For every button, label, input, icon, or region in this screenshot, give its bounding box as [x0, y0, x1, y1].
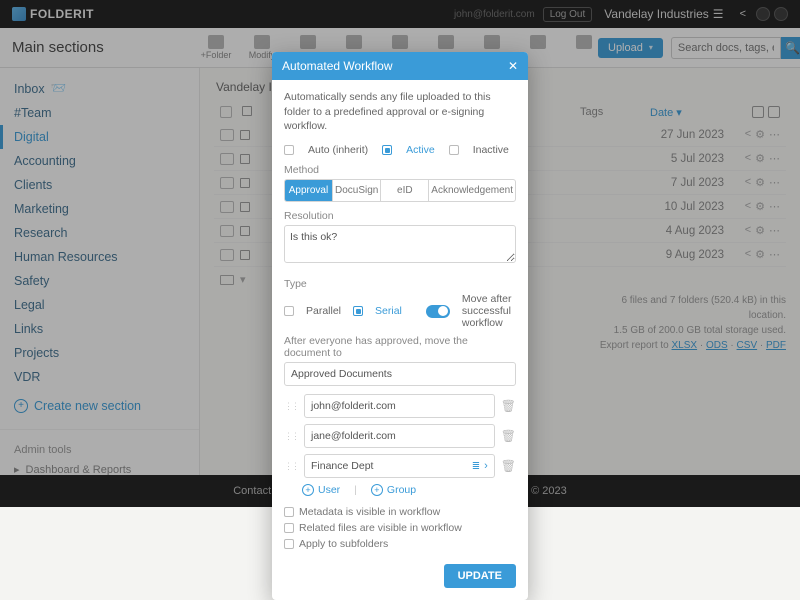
tab-eid[interactable]: eID — [381, 180, 429, 201]
approver-row: ⋮⋮ Finance Dept ≣ › 🗑 — [284, 454, 516, 478]
modal-description: Automatically sends any file uploaded to… — [284, 90, 516, 134]
add-group-button[interactable]: +Group — [371, 484, 416, 496]
mode-row: Auto (inherit) Active Inactive — [284, 144, 516, 156]
method-tabs: Approval DocuSign eID Acknowledgement — [284, 179, 516, 202]
list-icon: ≣ — [472, 461, 480, 472]
modal-title: Automated Workflow — [282, 59, 393, 73]
opt-metadata-checkbox[interactable] — [284, 507, 294, 517]
approver-input[interactable]: jane@folderit.com — [304, 424, 495, 448]
drag-icon[interactable]: ⋮⋮ — [284, 461, 298, 472]
type-row: Parallel Serial Move after successful wo… — [284, 293, 516, 329]
mode-inactive-radio[interactable] — [449, 145, 459, 155]
tab-ack[interactable]: Acknowledgement — [429, 180, 515, 201]
mode-active-label: Active — [406, 144, 435, 156]
trash-icon[interactable]: 🗑 — [501, 429, 516, 443]
approver-row: ⋮⋮ jane@folderit.com 🗑 — [284, 424, 516, 448]
workflow-modal: Automated Workflow ✕ Automatically sends… — [272, 52, 528, 600]
resolution-label: Resolution — [284, 210, 516, 222]
plus-icon: + — [302, 484, 314, 496]
opt-related-checkbox[interactable] — [284, 523, 294, 533]
opt-subfolders-checkbox[interactable] — [284, 539, 294, 549]
resolution-input[interactable] — [284, 225, 516, 263]
move-destination-input[interactable] — [284, 362, 516, 386]
approver-row: ⋮⋮ john@folderit.com 🗑 — [284, 394, 516, 418]
approver-group-input[interactable]: Finance Dept ≣ › — [304, 454, 495, 478]
method-label: Method — [284, 164, 516, 176]
move-toggle-label: Move after successful workflow — [462, 293, 516, 329]
plus-icon: + — [371, 484, 383, 496]
type-parallel-radio[interactable] — [284, 306, 294, 316]
move-hint: After everyone has approved, move the do… — [284, 335, 516, 359]
trash-icon[interactable]: 🗑 — [501, 399, 516, 413]
tab-approval[interactable]: Approval — [285, 180, 333, 201]
modal-overlay[interactable]: Automated Workflow ✕ Automatically sends… — [0, 0, 800, 507]
mode-auto-label: Auto (inherit) — [308, 144, 368, 156]
mode-inactive-label: Inactive — [473, 144, 509, 156]
drag-icon[interactable]: ⋮⋮ — [284, 401, 298, 412]
close-icon[interactable]: ✕ — [508, 59, 518, 73]
modal-title-bar: Automated Workflow ✕ — [272, 52, 528, 80]
mode-active-radio[interactable] — [382, 145, 392, 155]
add-user-button[interactable]: +User — [302, 484, 340, 496]
mode-auto-radio[interactable] — [284, 145, 294, 155]
chevron-right-icon[interactable]: › — [484, 460, 488, 472]
type-label: Type — [284, 278, 516, 290]
type-serial-radio[interactable] — [353, 306, 363, 316]
move-toggle[interactable] — [426, 305, 450, 318]
trash-icon[interactable]: 🗑 — [501, 459, 516, 473]
tab-docusign[interactable]: DocuSign — [333, 180, 381, 201]
update-button[interactable]: UPDATE — [444, 564, 516, 588]
drag-icon[interactable]: ⋮⋮ — [284, 431, 298, 442]
approver-input[interactable]: john@folderit.com — [304, 394, 495, 418]
